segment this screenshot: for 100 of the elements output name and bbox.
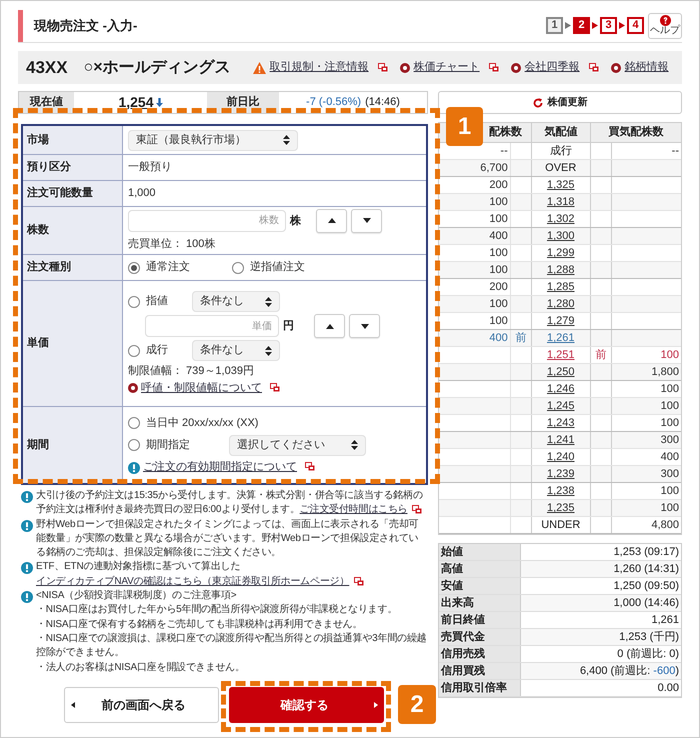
stats-value: 1,253 (千円) [520, 629, 681, 645]
price-link[interactable]: 1,235 [546, 500, 575, 516]
radio-button[interactable] [128, 344, 140, 356]
external-link-icon [354, 576, 364, 586]
stats-value: 0 (前週比: 0) [616, 647, 680, 662]
price-link[interactable]: 1,300 [546, 228, 575, 244]
info-icon [21, 520, 33, 532]
price-link[interactable]: 1,279 [546, 313, 575, 329]
stock-name: ○×ホールディングス [84, 58, 231, 78]
select-field[interactable]: 条件なし [192, 340, 280, 361]
external-link-icon [378, 63, 388, 72]
help-button[interactable]: ヘルプ [648, 12, 682, 38]
table-cell: 100 [438, 313, 511, 329]
bullet-icon [400, 62, 410, 72]
price-change: -7 (-0.56%) [306, 95, 362, 110]
select-field[interactable]: 選択してください [229, 434, 366, 456]
table-cell: 200 [438, 177, 511, 193]
table-cell: 成行 [532, 143, 591, 159]
price-link[interactable]: 1,246 [546, 381, 575, 397]
price-link[interactable]: 1,239 [546, 466, 575, 482]
stats-label: 始値 [438, 544, 521, 560]
input-field[interactable]: 株数 [128, 210, 286, 232]
select-field[interactable]: 東証（最良執行市場） [128, 130, 298, 150]
form-label: 期間 [27, 438, 49, 453]
confirm-button[interactable]: 確認する [229, 686, 384, 723]
bullet-icon [510, 62, 521, 72]
price-link[interactable]: 1,241 [546, 432, 575, 448]
table-cell-text: 400 [660, 450, 680, 465]
form-label: 市場 [27, 132, 49, 148]
stats-label: 前日終値 [438, 612, 521, 628]
increase-button[interactable] [314, 314, 345, 338]
radio-label: 成行 [146, 343, 168, 358]
price-link[interactable]: 1,285 [546, 279, 575, 295]
radio-button[interactable] [128, 439, 140, 451]
updown-caret-icon [283, 135, 290, 145]
price-link[interactable]: 1,245 [546, 398, 575, 414]
price-link[interactable]: 1,325 [546, 177, 575, 193]
note-link[interactable]: インディカティブNAVの確認はこちら（東京証券取引所ホームページ） [36, 576, 350, 587]
radio-label: 当日中 20xx/xx/xx (XX) [146, 416, 258, 431]
info-icon [21, 562, 33, 574]
price-link[interactable]: 1,238 [546, 483, 575, 499]
triangle-down-icon [362, 218, 370, 224]
radio-label: 指値 [146, 294, 168, 310]
decrease-button[interactable] [351, 208, 382, 233]
refresh-button[interactable]: 株価更新 [438, 91, 682, 114]
stats-label: 高値 [438, 561, 521, 577]
select-field[interactable]: 条件なし [192, 291, 280, 312]
price-link[interactable]: 1,299 [546, 245, 575, 261]
column-header: 買気配株数 [607, 124, 664, 140]
stock-info-link[interactable]: 会社四季報 [524, 59, 580, 76]
price-link[interactable]: 1,250 [546, 364, 575, 380]
radio-button[interactable] [232, 262, 244, 274]
note-item: ・NISA口座はお買付した年から5年間の配当所得や譲渡所得が非課税となります。 [36, 603, 398, 618]
note-link[interactable]: ご注文受付時間はこちら [300, 504, 408, 516]
stock-code: 43XX [26, 56, 68, 79]
price-link[interactable]: 1,280 [546, 296, 575, 312]
increase-button[interactable] [316, 208, 347, 233]
price-link[interactable]: 1,243 [546, 415, 575, 431]
external-link-icon [305, 462, 315, 472]
stock-info-link[interactable]: 取引規制・注意情報 [270, 59, 369, 76]
back-button[interactable]: 前の画面へ戻る [64, 686, 219, 723]
stats-value: 6,400 (前週比: -600) [520, 663, 681, 679]
help-link[interactable]: ご注文の有効期間指定について [143, 458, 297, 475]
radio-label: 通常注文 [146, 260, 190, 276]
stats-value: 1,250 (09:50) [612, 579, 680, 594]
price-limit-text: 制限値幅： 739～1,039円 [128, 364, 255, 379]
step-arrow-icon [592, 22, 598, 29]
price-link[interactable]: 1,251 [546, 347, 575, 363]
note-item: ・NISA口座での譲渡損は、課税口座での譲渡所得や配当所得との損益通算や3年間の繰越控除ができません。 [36, 632, 428, 660]
field-value: 1,000 [128, 186, 156, 202]
radio-button[interactable] [128, 296, 140, 308]
stock-info-link[interactable]: 株価チャート [414, 59, 480, 76]
step-arrow-icon [619, 22, 625, 29]
annotation-badge: 2 [398, 685, 436, 724]
table-cell-text: 100 [660, 382, 680, 397]
input-field[interactable]: 単価 [145, 315, 279, 337]
price-link[interactable]: 1,261 [546, 330, 575, 346]
updown-caret-icon [265, 296, 272, 306]
bullet-icon [610, 62, 621, 72]
note-text: <NISA（少額投資非課税制度）のご注意事項> [36, 589, 238, 604]
radio-label: 期間指定 [146, 438, 190, 453]
radio-button[interactable] [128, 417, 140, 430]
table-cell: 100 [438, 194, 511, 210]
price-link[interactable]: 1,318 [546, 194, 575, 210]
table-cell: 100 [438, 211, 511, 227]
stats-value: 1,260 (14:31) [520, 561, 681, 577]
stats-value: 1,000 (14:46) [520, 595, 681, 611]
price-link[interactable]: 1,288 [546, 262, 575, 278]
price-link[interactable]: 1,240 [546, 449, 575, 465]
bullet-icon [128, 382, 138, 393]
info-icon [21, 491, 33, 503]
price-link[interactable]: 1,302 [546, 211, 575, 227]
note-item: ・NISA口座で保有する銘柄をご売却しても非課税枠は再利用できません。 [36, 618, 364, 632]
updown-caret-icon [351, 440, 358, 450]
radio-button[interactable] [128, 262, 140, 274]
step-arrow-icon [565, 22, 571, 29]
decrease-button[interactable] [349, 314, 380, 338]
help-link[interactable]: 呼値・制限値幅について [141, 380, 262, 396]
stock-info-link[interactable]: 銘柄情報 [624, 59, 669, 76]
triangle-up-icon [328, 218, 336, 224]
